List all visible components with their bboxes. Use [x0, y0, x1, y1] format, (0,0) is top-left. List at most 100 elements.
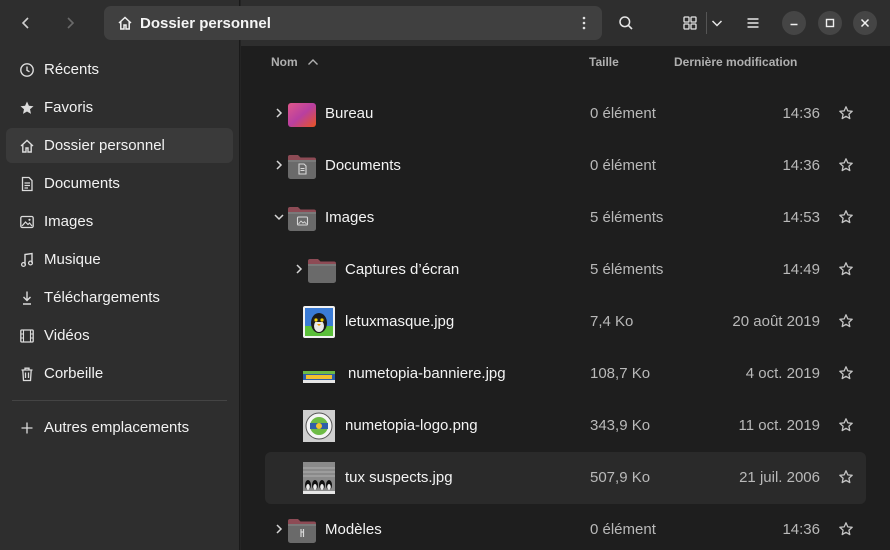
grid-view-button[interactable] [675, 8, 705, 38]
file-row[interactable]: Captures d’écran 5 éléments 14:49 [265, 244, 866, 296]
file-row[interactable]: Modèles 0 élément 14:36 [265, 504, 866, 550]
folder-icon [307, 257, 339, 287]
chevron-right-icon[interactable] [271, 521, 287, 537]
image-thumbnail [303, 410, 335, 442]
file-size: 7,4 Ko [590, 313, 634, 330]
star-icon[interactable] [838, 261, 854, 277]
file-name: tux suspects.jpg [345, 469, 453, 486]
file-row[interactable]: Images 5 éléments 14:53 [265, 192, 866, 244]
file-name: Images [325, 209, 375, 226]
star-icon[interactable] [838, 105, 854, 121]
star-icon[interactable] [838, 417, 854, 433]
image-icon [18, 213, 36, 231]
forward-button[interactable] [56, 9, 84, 37]
sidebar-item-favoris[interactable]: Favoris [6, 90, 233, 125]
file-row[interactable]: tux suspects.jpg 507,9 Ko 21 juil. 2006 [265, 452, 866, 504]
column-header-name[interactable]: Nom [271, 55, 319, 69]
column-header-bar: Nom Taille Dernière modification [241, 46, 890, 78]
video-icon [18, 327, 36, 345]
chevron-right-icon[interactable] [291, 261, 307, 277]
file-size: 0 élément [590, 157, 656, 174]
location-menu-button[interactable] [576, 14, 592, 36]
file-modified: 14:36 [782, 521, 820, 538]
vertical-dots-icon [582, 16, 586, 30]
sidebar-item-label: Documents [44, 175, 120, 192]
star-icon[interactable] [838, 209, 854, 225]
file-modified: 11 oct. 2019 [738, 417, 820, 434]
templates-folder-icon [287, 517, 319, 547]
file-modified: 20 août 2019 [732, 313, 820, 330]
sidebar-item-label: Dossier personnel [44, 137, 165, 154]
file-manager-window: Récents Favoris Dossier personnel Docume… [0, 0, 890, 550]
sidebar-item-videos[interactable]: Vidéos [6, 318, 233, 353]
file-row[interactable]: numetopia-logo.png 343,9 Ko 11 oct. 2019 [265, 400, 866, 452]
file-modified: 4 oct. 2019 [745, 365, 820, 382]
places-list: Récents Favoris Dossier personnel Docume… [0, 46, 239, 445]
file-name: numetopia-banniere.jpg [348, 365, 506, 382]
star-icon[interactable] [838, 313, 854, 329]
star-icon[interactable] [838, 469, 854, 485]
file-size: 507,9 Ko [590, 469, 651, 486]
chevron-right-icon[interactable] [271, 157, 287, 173]
file-name: Modèles [325, 521, 382, 538]
chevron-right-icon[interactable] [271, 105, 287, 121]
star-icon[interactable] [838, 157, 854, 173]
star-icon[interactable] [838, 365, 854, 381]
file-name: numetopia-logo.png [345, 417, 478, 434]
chevron-down-icon[interactable] [271, 209, 287, 225]
file-row[interactable]: numetopia-banniere.jpg 108,7 Ko 4 oct. 201… [265, 348, 866, 400]
sidebar-item-label: Images [44, 213, 94, 230]
sidebar-item-recents[interactable]: Récents [6, 52, 233, 87]
sidebar-item-corbeille[interactable]: Corbeille [6, 356, 233, 391]
desktop-folder-icon [287, 101, 319, 131]
file-modified: 21 juil. 2006 [739, 469, 820, 486]
file-row[interactable]: Bureau 0 élément 14:36 [265, 88, 866, 140]
view-options-button[interactable] [702, 8, 732, 38]
music-icon [18, 251, 36, 269]
sidebar-item-images[interactable]: Images [6, 204, 233, 239]
grid-icon [683, 16, 697, 30]
file-row[interactable]: Documents 0 élément 14:36 [265, 140, 866, 192]
plus-icon [18, 419, 36, 437]
minimize-icon [790, 23, 798, 26]
sort-ascending-icon [308, 59, 319, 65]
sidebar-item-dossier-personnel[interactable]: Dossier personnel [6, 128, 233, 163]
sidebar-item-telechargements[interactable]: Téléchargements [6, 280, 233, 315]
file-name: Bureau [325, 105, 374, 122]
file-size: 0 élément [590, 521, 656, 538]
sidebar-item-musique[interactable]: Musique [6, 242, 233, 277]
file-name: Captures d’écran [345, 261, 460, 278]
home-icon [116, 14, 134, 32]
column-header-modified[interactable]: Dernière modification [674, 55, 797, 69]
trash-icon [18, 365, 36, 383]
sidebar-item-documents[interactable]: Documents [6, 166, 233, 201]
back-button[interactable] [12, 9, 40, 37]
star-icon[interactable] [838, 521, 854, 537]
close-button[interactable] [853, 11, 877, 35]
location-bar[interactable]: Dossier personnel [104, 6, 602, 40]
hamburger-icon [747, 18, 759, 28]
minimize-button[interactable] [782, 11, 806, 35]
sidebar-item-label: Vidéos [44, 327, 90, 344]
image-thumbnail [303, 370, 335, 400]
search-button[interactable] [611, 8, 641, 38]
file-size: 108,7 Ko [590, 365, 651, 382]
sidebar-item-label: Récents [44, 61, 100, 78]
file-size: 5 éléments [590, 209, 664, 226]
sidebar-divider [12, 400, 227, 401]
file-modified: 14:36 [782, 105, 820, 122]
column-header-size[interactable]: Taille [589, 55, 619, 69]
file-name: letuxmasque.jpg [345, 313, 455, 330]
maximize-button[interactable] [818, 11, 842, 35]
pictures-folder-icon [287, 205, 319, 235]
file-modified: 14:36 [782, 157, 820, 174]
header-bar: Dossier personnel [104, 0, 890, 46]
file-size: 343,9 Ko [590, 417, 651, 434]
file-list-view: Nom Taille Dernière modification Bureau 0… [241, 46, 890, 550]
sidebar-item-other-locations[interactable]: Autres emplacements [6, 410, 233, 445]
file-rows: Bureau 0 élément 14:36 Documents 0 élément 14… [265, 88, 866, 550]
sidebar-item-label: Autres emplacements [44, 419, 190, 436]
main-menu-button[interactable] [738, 8, 768, 38]
image-thumbnail [303, 462, 335, 494]
file-row[interactable]: letuxmasque.jpg 7,4 Ko 20 août 2019 [265, 296, 866, 348]
